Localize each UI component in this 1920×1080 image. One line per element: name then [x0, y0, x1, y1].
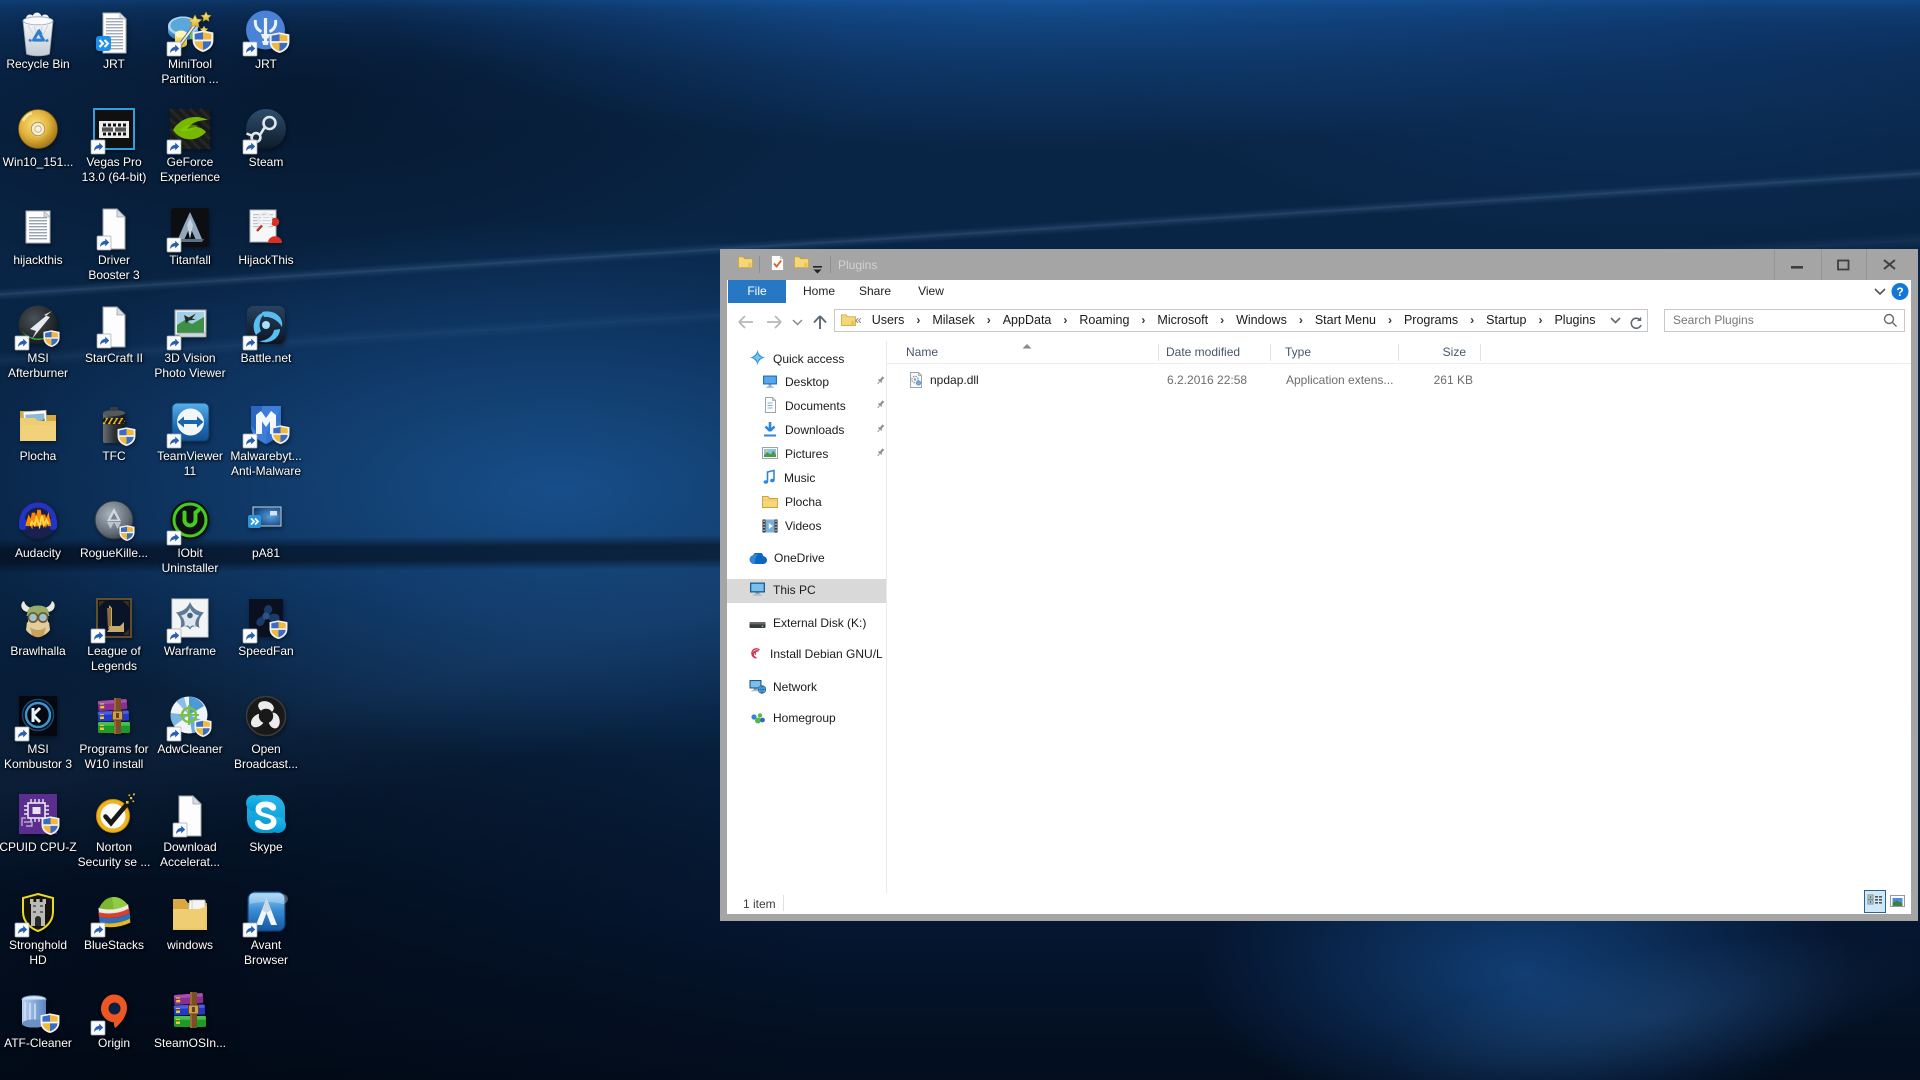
- svg-text:?: ?: [1896, 285, 1903, 299]
